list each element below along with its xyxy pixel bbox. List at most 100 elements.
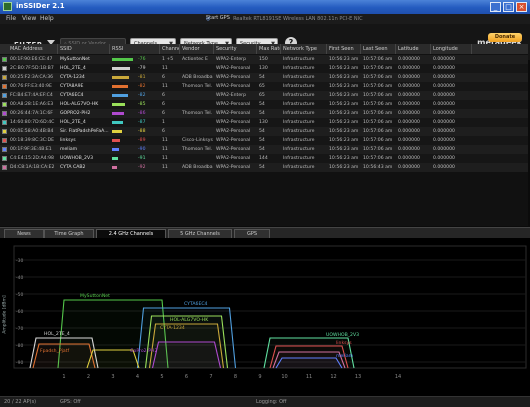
cell-last: 10:57:06 am bbox=[363, 75, 393, 80]
column-header[interactable]: Max Rate bbox=[257, 44, 281, 54]
cell-rate: 130 bbox=[259, 66, 268, 71]
table-row[interactable]: 00:25:F2:3A:CA:36 CYTA-1234 -81 6 ADB Broadb… bbox=[0, 73, 528, 82]
cell-type: Infrastructure bbox=[283, 111, 315, 116]
cell-lon: 0.000000 bbox=[433, 75, 455, 80]
table-row[interactable]: D4:C8:1A:1B:CA:E2 CYTA CAB2 -92 11 ADB Broad… bbox=[0, 163, 528, 172]
menu-view[interactable]: View bbox=[22, 15, 36, 22]
table-row[interactable]: 00:26:44:7A:1C:6F GOPRO2-PH2 -86 6 Thomson T… bbox=[0, 109, 528, 118]
row-checkbox[interactable] bbox=[2, 156, 7, 161]
table-row[interactable]: 00:1F:90:E6:CE:47 MySuttonNet -76 1 +5 Actio… bbox=[0, 55, 528, 64]
table-row[interactable]: FC:B4:E7:4A:EF:C4 CYTA6EC4 -82 6 WPA2-Enterp… bbox=[0, 91, 528, 100]
cell-mac: 00:18:39:8C:3C:DE bbox=[10, 138, 54, 143]
cell-channel: 11 bbox=[162, 66, 168, 71]
row-checkbox[interactable] bbox=[2, 84, 7, 89]
maximize-button[interactable]: □ bbox=[503, 2, 514, 12]
rssi-value: -91 bbox=[138, 156, 146, 161]
rssi-value: -87 bbox=[138, 120, 146, 125]
cell-rate: 54 bbox=[259, 102, 265, 107]
column-header[interactable]: Longitude bbox=[431, 44, 472, 54]
column-header[interactable]: Latitude bbox=[396, 44, 431, 54]
row-checkbox[interactable] bbox=[2, 129, 7, 134]
cell-ssid: CYTA8A9E bbox=[60, 84, 84, 89]
tab-time-graph[interactable]: Time Graph bbox=[44, 229, 94, 238]
row-checkbox[interactable] bbox=[2, 93, 7, 98]
cell-channel: 11 bbox=[162, 138, 168, 143]
table-row[interactable]: 00:1F:9F:3E:4B:E1 meliam -90 11 Thomson Tel.… bbox=[0, 145, 528, 154]
table-row[interactable]: 2C:B0:7F:5D:1B:B7 HOL_2TE_4 -79 11 WPA2-Pers… bbox=[0, 64, 528, 73]
cell-lon: 0.000000 bbox=[433, 138, 455, 143]
row-checkbox[interactable] bbox=[2, 66, 7, 71]
rssi-bar bbox=[112, 157, 118, 160]
cell-lon: 0.000000 bbox=[433, 156, 455, 161]
column-header[interactable]: Channel bbox=[160, 44, 180, 54]
row-checkbox[interactable] bbox=[2, 138, 7, 143]
donate-button[interactable]: Donate bbox=[488, 33, 522, 42]
cell-type: Infrastructure bbox=[283, 120, 315, 125]
x-tick-label: 13 bbox=[355, 374, 361, 380]
cell-lon: 0.000000 bbox=[433, 84, 455, 89]
gps-icon: ◎ bbox=[206, 16, 211, 22]
row-checkbox[interactable] bbox=[2, 111, 7, 116]
cell-mac: C4:E4:15:2D:A4:98 bbox=[10, 156, 54, 161]
close-button[interactable]: × bbox=[516, 2, 527, 12]
table-row[interactable]: 00:0E:58:A0:4B:B4 Sir. FlatPadshPeFaA... -… bbox=[0, 127, 528, 136]
table-row[interactable]: 00:76:FF:E3:40:9E CYTA8A9E -82 11 Thomson Te… bbox=[0, 82, 528, 91]
table-row[interactable]: 00:A8:28:1E:A6:E3 HOL-ALG7VO-HK -85 6 WPA2-P… bbox=[0, 100, 528, 109]
rssi-bar bbox=[112, 139, 120, 142]
x-tick-label: 11 bbox=[306, 374, 312, 380]
table-row[interactable]: 00:18:39:8C:3C:DE linksys -89 11 Cisco-Links… bbox=[0, 136, 528, 145]
cell-first: 10:56:23 am bbox=[329, 129, 359, 134]
table-row[interactable]: C4:E4:15:2D:A4:98 UOWHOB_2V3 -91 11 WPA2-Per… bbox=[0, 154, 528, 163]
cell-lon: 0.000000 bbox=[433, 129, 455, 134]
rssi-value: -88 bbox=[138, 129, 146, 134]
cell-ssid: HOL_2TE_4 bbox=[60, 120, 86, 125]
cell-vendor bbox=[180, 100, 214, 109]
cell-security: WPA2-Enterp bbox=[216, 93, 246, 98]
tab-2-4-ghz-channels[interactable]: 2.4 GHz Channels bbox=[96, 229, 166, 238]
row-checkbox[interactable] bbox=[2, 75, 7, 80]
menu-file[interactable]: File bbox=[6, 15, 16, 22]
x-tick-label: 6 bbox=[185, 374, 188, 380]
column-header[interactable]: Vendor bbox=[180, 44, 214, 54]
cell-mac: 00:1F:90:E6:CE:47 bbox=[10, 57, 53, 62]
cell-lat: 0.000000 bbox=[398, 120, 420, 125]
row-checkbox[interactable] bbox=[2, 57, 7, 62]
rssi-value: -81 bbox=[138, 75, 146, 80]
cell-first: 10:56:23 am bbox=[329, 156, 359, 161]
column-header[interactable]: Security bbox=[214, 44, 257, 54]
column-header[interactable]: Network Type bbox=[281, 44, 327, 54]
tab-news[interactable]: News bbox=[4, 229, 44, 238]
table-row[interactable]: 14:60:80:7D:6D:4C HOL_2TE_4 -87 1 WPA2-Perso… bbox=[0, 118, 528, 127]
menu-help[interactable]: Help bbox=[40, 15, 54, 22]
cell-ssid: linksys bbox=[60, 138, 76, 143]
device-select[interactable]: Realtek RTL8191SE Wireless LAN 802.11n P… bbox=[233, 16, 363, 22]
tab-5-ghz-channels[interactable]: 5 GHz Channels bbox=[168, 229, 232, 238]
column-header[interactable]: RSSI bbox=[110, 44, 160, 54]
tab-gps[interactable]: GPS bbox=[234, 229, 270, 238]
rssi-bar bbox=[112, 58, 133, 61]
cell-channel: 6 bbox=[162, 102, 165, 107]
cell-vendor: Thomson Tel. bbox=[182, 147, 213, 152]
cell-vendor: ADB Broadba bbox=[182, 75, 213, 80]
column-header[interactable]: SSID bbox=[58, 44, 110, 54]
cell-mac: 00:A8:28:1E:A6:E3 bbox=[10, 102, 54, 107]
cell-type: Infrastructure bbox=[283, 156, 315, 161]
row-checkbox[interactable] bbox=[2, 165, 7, 170]
x-tick-label: 8 bbox=[234, 374, 237, 380]
column-header[interactable]: First Seen bbox=[327, 44, 361, 54]
column-header[interactable]: MAC Address bbox=[8, 44, 58, 54]
cell-mac: 00:1F:9F:3E:4B:E1 bbox=[10, 147, 52, 152]
cell-rate: 54 bbox=[259, 111, 265, 116]
cell-type: Infrastructure bbox=[283, 147, 315, 152]
cell-lat: 0.000000 bbox=[398, 147, 420, 152]
column-header[interactable]: Last Seen bbox=[361, 44, 396, 54]
cell-ssid: CYTA CAB2 bbox=[60, 165, 86, 170]
rssi-cell: -88 bbox=[112, 128, 158, 135]
row-checkbox[interactable] bbox=[2, 120, 7, 125]
minimize-button[interactable]: _ bbox=[490, 2, 501, 12]
rssi-cell: -82 bbox=[112, 83, 158, 90]
row-checkbox[interactable] bbox=[2, 147, 7, 152]
row-checkbox[interactable] bbox=[2, 102, 7, 107]
cell-channel: 6 bbox=[162, 111, 165, 116]
view-tabs: News Time Graph 2.4 GHz Channels 5 GHz Chan… bbox=[0, 227, 530, 238]
